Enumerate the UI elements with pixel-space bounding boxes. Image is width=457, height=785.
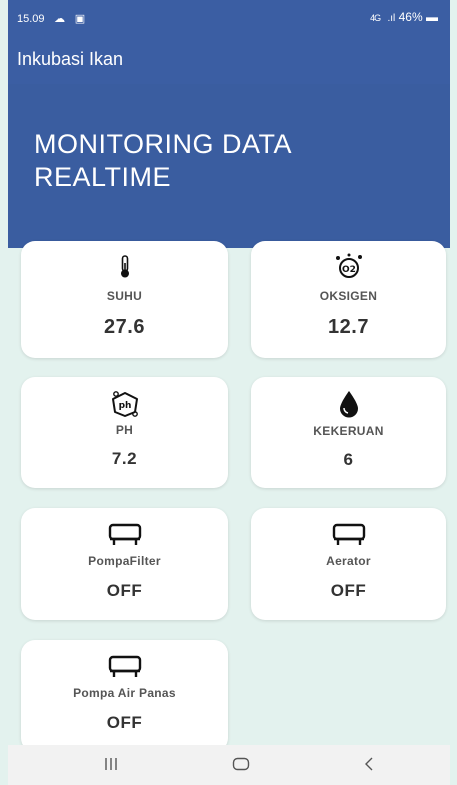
pump-icon	[108, 523, 141, 545]
ph-icon: ph	[111, 391, 138, 417]
signal-icon: .ıl	[387, 13, 396, 24]
card-ph-label: PH	[115, 423, 134, 437]
card-pompa-filter[interactable]: PompaFilter OFF	[21, 508, 228, 620]
card-pompa-filter-value: OFF	[106, 581, 143, 600]
clock: 15.09	[17, 13, 45, 25]
card-oksigen-value: 12.7	[328, 316, 369, 338]
thermometer-icon	[120, 255, 129, 278]
app-screen: 15.09 ☁ ▣ 4G .ıl 46% ▬ Inkubasi Ikan MON…	[8, 0, 450, 785]
battery-level: 46%	[398, 10, 423, 24]
recent-apps-icon	[105, 758, 117, 770]
home-icon	[232, 757, 250, 771]
oxygen-icon: O2	[335, 253, 362, 278]
system-nav-bar	[8, 745, 450, 785]
pump-icon	[332, 523, 365, 545]
cloud-icon: ☁	[54, 13, 66, 25]
recent-apps-button[interactable]	[104, 757, 118, 776]
card-ph[interactable]: ph PH 7.2	[21, 377, 228, 488]
hero-title-line1: MONITORING DATA	[34, 129, 293, 159]
svg-text:O2: O2	[342, 265, 356, 275]
card-ph-value: 7.2	[111, 449, 138, 468]
water-drop-icon	[339, 391, 358, 418]
hero-title-line2: REALTIME	[34, 162, 172, 192]
home-button[interactable]	[232, 757, 250, 776]
pump-icon	[108, 655, 141, 677]
status-bar: 15.09 ☁ ▣ 4G .ıl 46% ▬	[8, 0, 450, 36]
card-oksigen-label: OKSIGEN	[319, 289, 378, 303]
back-button[interactable]	[364, 757, 374, 776]
card-kekeruan-value: 6	[343, 450, 354, 469]
card-pompa-air-panas[interactable]: Pompa Air Panas OFF	[21, 640, 228, 752]
card-kekeruan-label: KEKERUAN	[313, 424, 384, 438]
card-pompa-air-panas-value: OFF	[106, 713, 143, 732]
card-kekeruan[interactable]: KEKERUAN 6	[251, 377, 446, 488]
card-aerator-value: OFF	[330, 581, 367, 600]
card-suhu[interactable]: SUHU 27.6	[21, 241, 228, 358]
message-icon: ▣	[74, 13, 86, 25]
card-pompa-filter-label: PompaFilter	[88, 554, 161, 568]
card-oksigen[interactable]: O2 OKSIGEN 12.7	[251, 241, 446, 358]
card-suhu-value: 27.6	[104, 316, 145, 338]
svg-text:ph: ph	[118, 401, 131, 411]
card-suhu-label: SUHU	[106, 289, 143, 303]
app-title: Inkubasi Ikan	[17, 49, 124, 69]
hero-banner: MONITORING DATA REALTIME	[8, 84, 450, 248]
network-type: 4G	[370, 13, 381, 23]
battery-icon: ▬	[426, 10, 438, 24]
card-pompa-air-panas-label: Pompa Air Panas	[73, 686, 176, 700]
card-aerator-label: Aerator	[326, 554, 371, 568]
back-icon	[365, 757, 373, 771]
app-bar: Inkubasi Ikan	[8, 36, 450, 84]
card-aerator[interactable]: Aerator OFF	[251, 508, 446, 620]
